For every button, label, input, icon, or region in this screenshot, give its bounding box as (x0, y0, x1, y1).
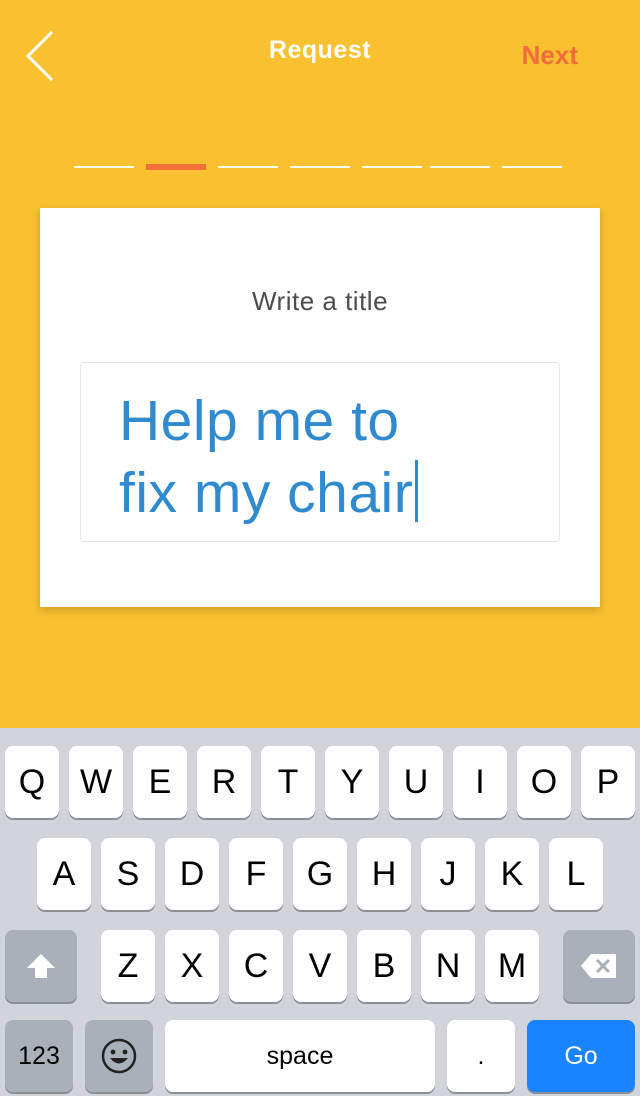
key-o[interactable]: O (517, 746, 571, 818)
key-d[interactable]: D (165, 838, 219, 910)
key-f[interactable]: F (229, 838, 283, 910)
title-input-line-2-text: fix my chair (119, 461, 414, 525)
progress-step-7 (502, 166, 562, 168)
title-input-line-2: fix my chair (119, 457, 529, 529)
key-r[interactable]: R (197, 746, 251, 818)
title-input[interactable]: Help me to fix my chair (80, 362, 560, 542)
key-g[interactable]: G (293, 838, 347, 910)
progress-step-5 (362, 166, 422, 168)
key-w[interactable]: W (69, 746, 123, 818)
key-n[interactable]: N (421, 930, 475, 1002)
key-e[interactable]: E (133, 746, 187, 818)
progress-step-6 (430, 166, 490, 168)
key-x[interactable]: X (165, 930, 219, 1002)
key-l[interactable]: L (549, 838, 603, 910)
key-s[interactable]: S (101, 838, 155, 910)
next-button[interactable]: Next (522, 40, 578, 71)
key-j[interactable]: J (421, 838, 475, 910)
go-key[interactable]: Go (527, 1020, 635, 1092)
key-u[interactable]: U (389, 746, 443, 818)
key-v[interactable]: V (293, 930, 347, 1002)
progress-step-3 (218, 166, 278, 168)
key-i[interactable]: I (453, 746, 507, 818)
key-b[interactable]: B (357, 930, 411, 1002)
numbers-key[interactable]: 123 (5, 1020, 73, 1092)
progress-step-4 (290, 166, 350, 168)
key-c[interactable]: C (229, 930, 283, 1002)
backspace-icon (581, 954, 616, 978)
progress-steps (0, 164, 640, 170)
space-key[interactable]: space (165, 1020, 435, 1092)
title-input-line-1: Help me to (119, 389, 400, 453)
title-card: Write a title Help me to fix my chair (40, 208, 600, 607)
key-y[interactable]: Y (325, 746, 379, 818)
keyboard: Q W E R T Y U I O P A S D F G H J K L Z … (0, 728, 640, 1096)
key-a[interactable]: A (37, 838, 91, 910)
shift-key[interactable] (5, 930, 77, 1002)
delete-key[interactable] (563, 930, 635, 1002)
emoji-icon (101, 1038, 137, 1074)
key-k[interactable]: K (485, 838, 539, 910)
request-screen: Request Next Write a title Help me to fi… (0, 0, 640, 728)
key-q[interactable]: Q (5, 746, 59, 818)
text-caret (415, 460, 419, 522)
key-z[interactable]: Z (101, 930, 155, 1002)
key-h[interactable]: H (357, 838, 411, 910)
progress-step-2-active (146, 164, 206, 170)
progress-step-1 (74, 166, 134, 168)
prompt-label: Write a title (251, 286, 389, 316)
period-key[interactable]: . (447, 1020, 515, 1092)
key-p[interactable]: P (581, 746, 635, 818)
key-m[interactable]: M (485, 930, 539, 1002)
key-t[interactable]: T (261, 746, 315, 818)
shift-icon (27, 954, 55, 978)
emoji-key[interactable] (85, 1020, 153, 1092)
